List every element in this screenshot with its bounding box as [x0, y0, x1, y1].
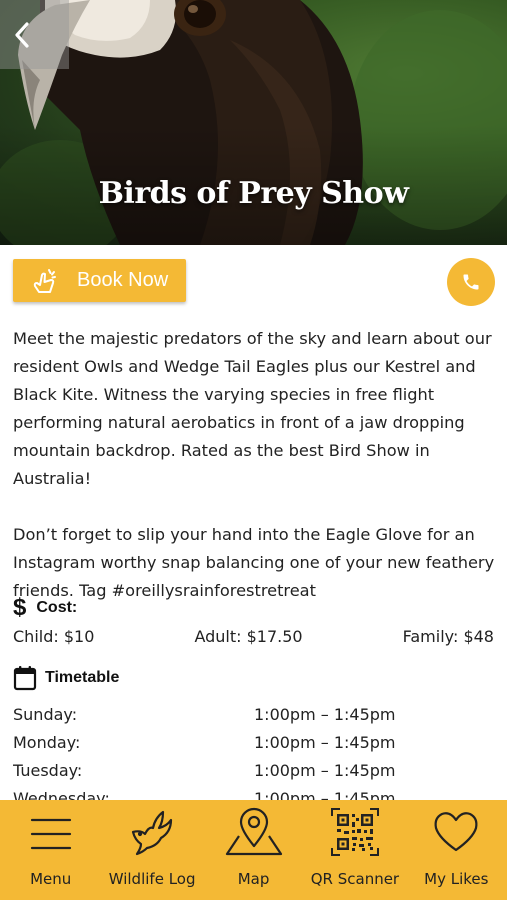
hand-tap-icon: [33, 268, 56, 293]
phone-icon: [463, 274, 479, 290]
cost-heading: $ Cost:: [13, 596, 77, 620]
timetable-day: Tuesday:: [13, 760, 83, 780]
timetable-day: Monday:: [13, 732, 81, 752]
tab-my-likes[interactable]: My Likes: [406, 800, 507, 900]
qr-code-icon: [330, 808, 379, 856]
description-paragraph: Don’t forget to slip your hand into the …: [13, 525, 495, 600]
timetable-row: Wednesday: 1:00pm – 1:45pm: [13, 784, 493, 801]
menu-icon: [30, 818, 71, 850]
timetable-row: Sunday: 1:00pm – 1:45pm: [13, 700, 493, 728]
book-now-label: Book Now: [77, 269, 169, 291]
timetable-heading-label: Timetable: [45, 669, 120, 686]
event-description: Meet the majestic predators of the sky a…: [13, 325, 501, 605]
map-icon: [225, 807, 282, 856]
timetable-day: Sunday:: [13, 704, 78, 724]
timetable-time: 1:00pm – 1:45pm: [254, 788, 396, 801]
tab-label: My Likes: [424, 870, 489, 888]
dollar-icon: $: [13, 594, 27, 621]
timetable-list: Sunday: 1:00pm – 1:45pm Monday: 1:00pm –…: [13, 700, 493, 801]
hero-banner: Birds of Prey Show: [0, 0, 507, 245]
timetable-heading: Timetable: [13, 665, 119, 691]
price-adult: Adult: $17.50: [194, 627, 303, 646]
bottom-tab-bar: Menu Wildlife Log Map QR Scanner My Like…: [0, 800, 507, 900]
timetable-time: 1:00pm – 1:45pm: [254, 732, 396, 752]
tab-label: QR Scanner: [310, 870, 400, 888]
tab-wildlife-log[interactable]: Wildlife Log: [101, 800, 202, 900]
price-family: Family: $48: [402, 627, 494, 646]
bird-icon: [132, 810, 173, 856]
description-paragraph: Meet the majestic predators of the sky a…: [13, 329, 492, 488]
timetable-day: Wednesday:: [13, 788, 110, 801]
tab-label: Wildlife Log: [108, 870, 196, 888]
cost-prices: Child: $10 Adult: $17.50 Family: $48: [13, 627, 494, 646]
book-now-button[interactable]: Book Now: [13, 259, 186, 302]
calendar-icon: [13, 666, 37, 691]
heart-icon: [434, 812, 478, 852]
page-title: Birds of Prey Show: [98, 176, 409, 211]
tab-qr-scanner[interactable]: QR Scanner: [304, 800, 405, 900]
call-button[interactable]: [447, 258, 495, 306]
tab-label: Map: [237, 870, 270, 888]
timetable-row: Monday: 1:00pm – 1:45pm: [13, 728, 493, 756]
tab-map[interactable]: Map: [203, 800, 304, 900]
tab-menu[interactable]: Menu: [0, 800, 101, 900]
chevron-left-icon: [15, 21, 29, 48]
back-button[interactable]: [0, 0, 69, 69]
tab-label: Menu: [30, 870, 72, 888]
price-child: Child: $10: [13, 627, 95, 646]
timetable-time: 1:00pm – 1:45pm: [254, 704, 396, 724]
timetable-time: 1:00pm – 1:45pm: [254, 760, 396, 780]
timetable-row: Tuesday: 1:00pm – 1:45pm: [13, 756, 493, 784]
cost-heading-label: Cost:: [36, 599, 78, 616]
